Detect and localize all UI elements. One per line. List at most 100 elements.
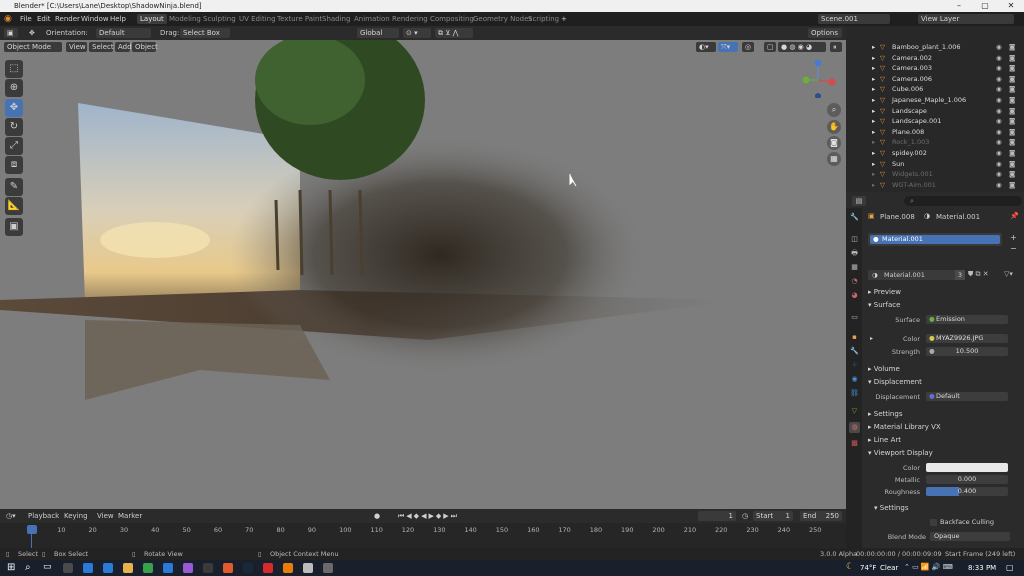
visibility-eye-icon[interactable]: ◉ (996, 169, 1002, 180)
section-line-art[interactable]: ▸ Line Art (868, 435, 901, 445)
metallic-slider[interactable]: 0.000 (926, 475, 1008, 484)
transform-icon[interactable]: ✥ (26, 28, 40, 38)
steam-icon[interactable] (243, 563, 253, 573)
tab-modeling[interactable]: Modeling (166, 14, 204, 24)
constraints-tab-icon[interactable]: ⛓ (849, 388, 860, 399)
visibility-eye-icon[interactable]: ◉ (996, 63, 1002, 74)
taskbar-search-icon[interactable]: ⌕ (25, 562, 31, 573)
menu-window[interactable]: Window (81, 12, 109, 26)
texture-tab-icon[interactable]: ▩ (849, 438, 860, 449)
expand-arrow-icon[interactable]: ▸ (872, 106, 875, 117)
collection-tab-icon[interactable]: ▭ (849, 312, 860, 323)
tray-icons[interactable]: ⌃ ▭ 📶 🔊 ⌨ (904, 563, 953, 571)
render-camera-icon[interactable]: ◙ (1009, 42, 1015, 53)
editor-type-icon[interactable]: ▣ (4, 28, 18, 38)
outliner-row[interactable]: ▸ ▽ Landscape.001 ◉ ◙ (846, 116, 1024, 127)
cursor-tool-icon[interactable]: ⊕ (5, 79, 23, 97)
material-slot-item[interactable]: ● Material.001 (870, 235, 1000, 244)
current-frame-field[interactable]: 1 (698, 511, 736, 521)
clock-time[interactable]: 8:33 PM (968, 564, 996, 572)
visibility-eye-icon[interactable]: ◉ (996, 137, 1002, 148)
terminal-icon[interactable] (203, 563, 213, 573)
scene-selector[interactable]: Scene.001 (818, 14, 890, 24)
maximize-button[interactable]: ▢ (972, 0, 998, 12)
xray-toggle[interactable]: ▢ (764, 42, 776, 52)
drag-dropdown[interactable]: Select Box (180, 28, 230, 38)
backface-checkbox[interactable] (930, 519, 937, 526)
weather-condition[interactable]: Clear (880, 564, 898, 572)
chrome-icon[interactable] (143, 563, 153, 573)
app2-icon[interactable] (223, 563, 233, 573)
perspective-grid-icon[interactable]: ▦ (827, 152, 841, 166)
remove-slot-button[interactable]: − (1010, 244, 1017, 253)
strength-field[interactable]: ● 10.500 (926, 347, 1008, 356)
outliner-row[interactable]: ▸ ▽ Plane.008 ◉ ◙ (846, 127, 1024, 138)
particles-tab-icon[interactable]: ⁘ (849, 360, 860, 371)
tab-layout[interactable]: Layout (137, 14, 167, 24)
outliner-row[interactable]: ▸ ▽ Sun ◉ ◙ (846, 159, 1024, 170)
tab-uv-editing[interactable]: UV Editing (236, 14, 279, 24)
store-icon[interactable] (103, 563, 113, 573)
world-tab-icon[interactable]: ◕ (849, 290, 860, 301)
material-datablock-field[interactable]: ◑ Material.001 (868, 270, 964, 280)
task-view-icon[interactable]: ▭ (43, 562, 52, 572)
annotate-tool-icon[interactable]: ✎ (5, 178, 23, 196)
expand-arrow-icon[interactable]: ▸ (872, 127, 875, 138)
render-camera-icon[interactable]: ◙ (1009, 106, 1015, 117)
surface-shader-field[interactable]: ● Emission (926, 315, 1008, 324)
rotate-tool-icon[interactable]: ↻ (5, 118, 23, 136)
expand-arrow-icon[interactable]: ▸ (872, 180, 875, 191)
notification-icon[interactable]: ▢ (1006, 563, 1014, 572)
section-viewport-display[interactable]: ▾ Viewport Display (868, 448, 933, 458)
expand-arrow-icon[interactable]: ▸ (872, 137, 875, 148)
blend-mode-dropdown[interactable]: Opaque (930, 532, 1010, 541)
section-surface[interactable]: ▾ Surface (868, 300, 900, 310)
outliner-row[interactable]: ▸ ▽ Cube.006 ◉ ◙ (846, 84, 1024, 95)
visibility-eye-icon[interactable]: ◉ (996, 95, 1002, 106)
fake-user-icon[interactable]: ⛊ ⧉ ✕ (968, 270, 989, 279)
tool-tab-icon[interactable]: 🔧 (849, 212, 860, 223)
tab-texture-paint[interactable]: Texture Paint (274, 14, 325, 24)
blender-logo-icon[interactable]: ◉ (4, 12, 12, 26)
tab-animation[interactable]: Animation (351, 14, 393, 24)
render-camera-icon[interactable]: ◙ (1009, 180, 1015, 191)
section-displacement[interactable]: ▾ Displacement (868, 377, 922, 387)
visibility-eye-icon[interactable]: ◉ (996, 106, 1002, 117)
expand-arrow-icon[interactable]: ▸ (872, 148, 875, 159)
app-icon[interactable] (183, 563, 193, 573)
render-camera-icon[interactable]: ◙ (1009, 148, 1015, 159)
add-slot-button[interactable]: + (1010, 233, 1017, 242)
physics-tab-icon[interactable]: ◉ (849, 374, 860, 385)
weather-temp[interactable]: 74°F (860, 564, 876, 572)
expand-arrow-icon[interactable]: ▸ (872, 116, 875, 127)
user-count[interactable]: 3 (955, 270, 965, 280)
render-camera-icon[interactable]: ◙ (1009, 127, 1015, 138)
mail-icon[interactable] (163, 563, 173, 573)
timeline-track[interactable]: 1102030405060708090100110120130140150160… (0, 523, 846, 548)
select-tool-icon[interactable]: ⬚ (5, 60, 23, 78)
transform-orientation-dropdown[interactable]: Global (357, 28, 399, 38)
visibility-eye-icon[interactable]: ◉ (996, 116, 1002, 127)
color-texture-field[interactable]: ● MYAZ9926.JPG (926, 334, 1008, 343)
shading-modes[interactable]: ● ◍ ◉ ◕ (778, 42, 826, 52)
expand-arrow-icon[interactable]: ▸ (872, 95, 875, 106)
timeline-editor-icon[interactable]: ◷▾ (6, 509, 16, 523)
outliner-row[interactable]: ▸ ▽ Camera.002 ◉ ◙ (846, 53, 1024, 64)
modifier-tab-icon[interactable]: 🔧 (849, 346, 860, 357)
expand-arrow-icon[interactable]: ▸ (872, 53, 875, 64)
clock-icon[interactable]: ◷ (742, 509, 748, 523)
visibility-eye-icon[interactable]: ◉ (996, 42, 1002, 53)
windows-start-icon[interactable]: ⊞ (7, 562, 15, 573)
widgets-icon[interactable] (63, 563, 73, 573)
properties-editor-icon[interactable]: ▤ (852, 196, 866, 206)
visibility-dropdown[interactable]: ◐▾ (696, 42, 716, 52)
view-layer-tab-icon[interactable]: ▦ (849, 262, 860, 273)
3d-viewport[interactable]: Object Mode View Select Add Object ◐▾ ⤧▾… (0, 40, 846, 509)
timeline-playback-menu[interactable]: Playback (28, 509, 59, 523)
render-camera-icon[interactable]: ◙ (1009, 84, 1015, 95)
scene-tab-icon[interactable]: ◔ (849, 276, 860, 287)
tab-sculpting[interactable]: Sculpting (200, 14, 239, 24)
options-dropdown[interactable]: Options (808, 28, 842, 38)
tab-rendering[interactable]: Rendering (389, 14, 431, 24)
camera-view-icon[interactable]: ◙ (827, 136, 841, 150)
